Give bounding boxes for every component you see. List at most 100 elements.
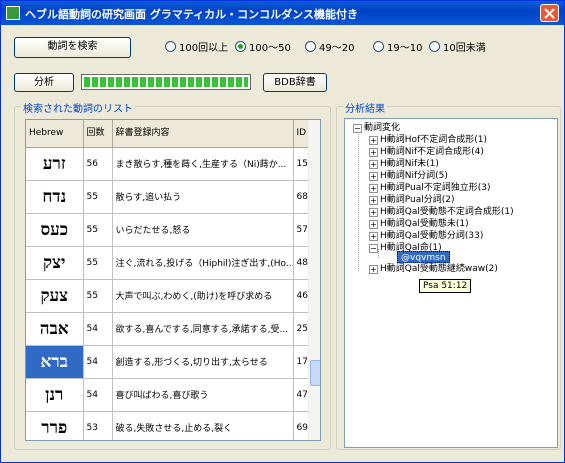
collapse-icon[interactable]: −: [369, 243, 378, 253]
cell-count: 55: [83, 279, 113, 313]
expand-icon[interactable]: +: [369, 159, 378, 169]
tree-node-label: 動詞変化: [364, 123, 401, 133]
expand-icon[interactable]: +: [369, 183, 378, 193]
cell-count: 55: [83, 246, 113, 280]
col-header-dictionary[interactable]: 辞書登録内容: [112, 120, 294, 148]
radio-freq-100-50[interactable]: 100〜50: [235, 39, 291, 54]
table-row[interactable]: פרר 53 破る,失敗させる,止める,裂く 69: [26, 411, 320, 440]
cell-count: 55: [83, 213, 113, 247]
progress-fill: [84, 77, 248, 87]
cell-desc: 注ぐ,流れる,投げる（Hiphil)注ぎ出す,(Ho...: [112, 246, 294, 280]
tree-node[interactable]: + H動詞Pual分詞(2): [369, 194, 455, 206]
expand-icon[interactable]: +: [369, 147, 378, 157]
tree-node[interactable]: + H動詞Nif未(1): [369, 158, 439, 170]
tree-node-label: H動詞Qal受動態分詞(33): [380, 231, 484, 241]
cell-hebrew[interactable]: זרע: [26, 147, 84, 181]
title-bar: ヘブル語動詞の研究画面 グラマティカル・コンコルダンス機能付き: [1, 1, 564, 25]
search-verb-button[interactable]: 動詞を検索: [14, 37, 131, 58]
expand-icon[interactable]: +: [369, 264, 378, 274]
tree-node-root[interactable]: − 動詞変化: [353, 122, 400, 134]
radio-label: 100〜50: [249, 43, 291, 54]
tree-node-label: H動詞Nif未(1): [380, 159, 439, 169]
cell-desc: まき散らす,種を蒔く,生産する（Ni)蒔か...: [112, 147, 294, 181]
radio-label: 100回以上: [179, 43, 229, 54]
cell-hebrew[interactable]: יצק: [26, 246, 84, 280]
radio-dot: [165, 41, 176, 52]
tree-node[interactable]: + H動詞Nif不定詞合成形(4): [369, 146, 484, 158]
radio-freq-49-20[interactable]: 49〜20: [305, 39, 355, 54]
expand-icon[interactable]: +: [369, 135, 378, 145]
col-header-hebrew[interactable]: Hebrew: [26, 120, 84, 148]
cell-hebrew[interactable]: נדח: [26, 180, 84, 214]
app-icon: [6, 6, 20, 20]
tree-connector: [358, 131, 359, 271]
tree-node-label: H動詞Pual不定詞独立形(3): [380, 183, 491, 193]
cell-count: 54: [83, 312, 113, 346]
app-window: ヘブル語動詞の研究画面 グラマティカル・コンコルダンス機能付き 動詞を検索 10…: [0, 0, 565, 463]
verb-list-table[interactable]: Hebrew 回数 辞書登録内容 ID זרע 56 まき散らす,種を蒔く,生産する…: [25, 119, 321, 441]
table-row[interactable]: רנן 54 喜び叫ばわる,喜び歌う 47: [26, 378, 320, 412]
close-icon: [544, 8, 555, 19]
analysis-progress-bar: [81, 74, 251, 90]
tree-node[interactable]: + H動詞Nif分詞(5): [369, 170, 448, 182]
radio-label: 19〜10: [387, 43, 423, 54]
table-row[interactable]: צעק 55 大声で叫ぶ,わめく,(助け)を呼び求める 46: [26, 279, 320, 313]
tree-node[interactable]: + H動詞Qal受動態継続waw(2): [369, 263, 498, 275]
tree-node-label: H動詞Pual分詞(2): [380, 195, 455, 205]
tree-node-label: H動詞Nif分詞(5): [380, 171, 448, 181]
bdb-dictionary-button[interactable]: BDB辞書: [263, 73, 327, 92]
analyze-button[interactable]: 分析: [14, 73, 74, 92]
cell-desc: 創造する,形づくる,切り出す,太らせる: [112, 345, 294, 379]
cell-hebrew[interactable]: פרר: [26, 411, 84, 440]
radio-dot: [373, 41, 384, 52]
radio-freq-under10[interactable]: 10回未満: [429, 39, 486, 54]
cell-desc: 欲する,喜んでする,同意する,承諾する,受...: [112, 312, 294, 346]
tree-node[interactable]: + H動詞Qal受動態不定詞合成形(1): [369, 206, 514, 218]
table-row[interactable]: יצק 55 注ぐ,流れる,投げる（Hiphil)注ぎ出す,(Ho... 48: [26, 246, 320, 280]
cell-hebrew[interactable]: רנן: [26, 378, 84, 412]
cell-hebrew[interactable]: אבה: [26, 312, 84, 346]
cell-count: 54: [83, 345, 113, 379]
collapse-icon[interactable]: −: [353, 123, 362, 133]
vertical-scrollbar[interactable]: [308, 120, 320, 440]
table-row[interactable]: זרע 56 まき散らす,種を蒔く,生産する（Ni)蒔か... 15: [26, 147, 320, 181]
radio-dot: [305, 41, 316, 52]
scrollbar-thumb[interactable]: [310, 360, 320, 386]
tree-node[interactable]: + H動詞Hof不定詞合成形(1): [369, 134, 487, 146]
expand-icon[interactable]: +: [369, 219, 378, 229]
radio-freq-100plus[interactable]: 100回以上: [165, 39, 229, 54]
window-title: ヘブル語動詞の研究画面 グラマティカル・コンコルダンス機能付き: [25, 8, 358, 21]
col-header-count[interactable]: 回数: [83, 120, 113, 148]
tree-node[interactable]: + H動詞Pual不定詞独立形(3): [369, 182, 491, 194]
radio-label: 10回未満: [443, 43, 486, 54]
tree-node-selected[interactable]: @vqvmsn: [397, 251, 450, 263]
tree-node-label: H動詞Qal受動態不定詞合成形(1): [380, 207, 514, 217]
expand-icon[interactable]: +: [369, 195, 378, 205]
close-button[interactable]: [540, 4, 559, 22]
radio-dot: [235, 41, 246, 52]
cell-count: 55: [83, 180, 113, 214]
table-row-selected[interactable]: ברא 54 創造する,形づくる,切り出す,太らせる 17: [26, 345, 320, 379]
cell-hebrew[interactable]: צעק: [26, 279, 84, 313]
tree-node-label: H動詞Hof不定詞合成形(1): [380, 135, 487, 145]
cell-hebrew[interactable]: כעס: [26, 213, 84, 247]
table-row[interactable]: נדח 55 散らす,追い払う 68: [26, 180, 320, 214]
radio-freq-19-10[interactable]: 19〜10: [373, 39, 423, 54]
radio-label: 49〜20: [319, 43, 355, 54]
cell-hebrew[interactable]: ברא: [26, 345, 84, 379]
table-row[interactable]: אבה 54 欲する,喜んでする,同意する,承諾する,受... 25: [26, 312, 320, 346]
expand-icon[interactable]: +: [369, 171, 378, 181]
table-row[interactable]: כעס 55 いらだたせる,怒る 57: [26, 213, 320, 247]
tree-node-label: H動詞Qal受動態継続waw(2): [380, 264, 498, 274]
table-header-row: Hebrew 回数 辞書登録内容 ID: [26, 120, 320, 148]
expand-icon[interactable]: +: [369, 207, 378, 217]
cell-desc: 喜び叫ばわる,喜び歌う: [112, 378, 294, 412]
cell-desc: 大声で叫ぶ,わめく,(助け)を呼び求める: [112, 279, 294, 313]
analysis-legend: 分析結果: [343, 100, 387, 115]
tree-node[interactable]: + H動詞Qal受動態分詞(33): [369, 230, 483, 242]
expand-icon[interactable]: +: [369, 231, 378, 241]
tree-node[interactable]: + H動詞Qal受動態未(1): [369, 218, 469, 230]
cell-count: 54: [83, 378, 113, 412]
tree-node-label: H動詞Nif不定詞合成形(4): [380, 147, 484, 157]
cell-count: 53: [83, 411, 113, 440]
